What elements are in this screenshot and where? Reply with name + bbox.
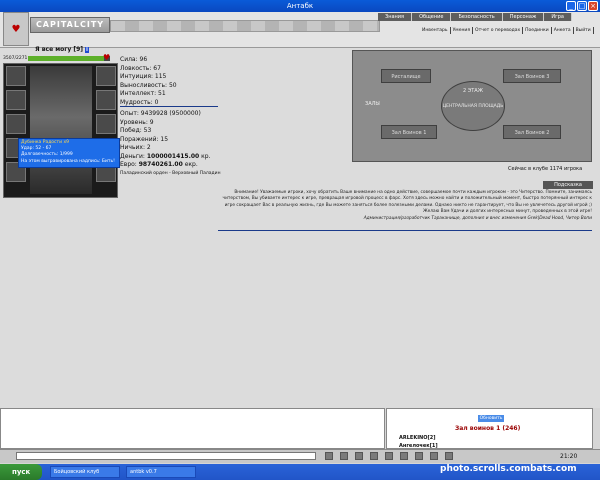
map-halls-label: ЗАЛЫ — [365, 101, 380, 107]
watermark: photo.scrolls.combats.com — [440, 464, 577, 474]
filter-icon[interactable] — [355, 452, 363, 460]
notice-divider — [218, 230, 592, 231]
submenu-skills[interactable]: Умения — [451, 27, 474, 34]
header-strip — [110, 20, 380, 32]
room-player[interactable]: ARLEKINO[2] — [399, 435, 436, 441]
stats-block: Сила: 96 Ловкость: 67 Интуиция: 115 Выно… — [120, 56, 177, 107]
club-map: Ристалище Зал Воинов 3 2 ЭТАЖ ЦЕНТРАЛЬНА… — [352, 50, 592, 162]
item-tooltip: Дубинка Радости х9 Удар: 52 - 67 Долгове… — [18, 138, 120, 168]
close-button[interactable]: × — [588, 1, 598, 11]
stat-level: Уровень: 9 — [120, 118, 154, 126]
submenu-transfers[interactable]: Отчет о переводах — [473, 27, 524, 34]
info-badge-icon[interactable]: i — [85, 47, 89, 53]
map-room-2[interactable]: Зал Воинов 2 — [503, 125, 561, 139]
taskbar-item[interactable]: Бойцовский клуб — [50, 466, 120, 478]
stat-endurance: Выносливость: 50 — [120, 81, 177, 89]
notice-signature: Администрация/разработчик Тараканище, до… — [363, 215, 592, 221]
top-menu: Знания Общение Безопасность Персонаж Игр… — [378, 13, 572, 21]
mail-icon[interactable] — [430, 452, 438, 460]
menu-chat[interactable]: Общение — [412, 13, 452, 21]
map-center: 2 ЭТАЖ ЦЕНТРАЛЬНАЯ ПЛОЩАДЬ — [441, 81, 505, 131]
send-icon[interactable] — [325, 452, 333, 460]
stat-losses: Поражений: 15 — [120, 135, 169, 143]
room-title: Зал воинов 1 (246) — [455, 425, 521, 432]
online-count: Сейчас в клубе 1174 игрока — [508, 166, 583, 172]
character-panel — [3, 63, 118, 198]
submenu-exit[interactable]: Выйти — [574, 27, 594, 34]
slot-bracers[interactable] — [6, 90, 26, 110]
submenu-duels[interactable]: Поединки — [523, 27, 552, 34]
slot-earrings[interactable] — [96, 66, 116, 86]
minimize-button[interactable]: _ — [566, 1, 576, 11]
notice-body: Внимание! Уважаемые игроки, хочу обратит… — [222, 190, 592, 208]
slot-shield[interactable] — [96, 114, 116, 134]
notice-block: Внимание! Уважаемые игроки, хочу обратит… — [218, 190, 592, 222]
tooltip-line: На этом выгравирована надпись: Бить! — [21, 158, 115, 164]
sound-icon[interactable] — [400, 452, 408, 460]
map-room-3[interactable]: Зал Воинов 3 — [503, 69, 561, 83]
refresh-button[interactable]: Обновить — [478, 415, 504, 422]
menu-character[interactable]: Персонаж — [502, 13, 545, 21]
maximize-button[interactable]: □ — [577, 1, 587, 11]
map-room-1[interactable]: Зал Воинов 1 — [381, 125, 437, 139]
stat-agility: Ловкость: 67 — [120, 64, 161, 72]
map-floor[interactable]: 2 ЭТАЖ — [442, 88, 504, 94]
club-logo: ♥ — [3, 12, 29, 46]
notice-header: Подсказка — [543, 181, 593, 189]
money-row: Деньги: 1000001415.00 кр. — [120, 152, 211, 160]
room-panel: Обновить Зал воинов 1 (246) ARLEKINO[2] … — [386, 408, 593, 449]
stat-draws: Ничьих: 2 — [120, 144, 151, 151]
settings-icon[interactable] — [385, 452, 393, 460]
submenu-inventory[interactable]: Инвентарь — [420, 27, 451, 34]
menu-security[interactable]: Безопасность — [451, 13, 503, 21]
taskbar-item[interactable]: antbk v0.7 — [126, 466, 196, 478]
sub-menu: Инвентарь Умения Отчет о переводах Поеди… — [420, 27, 594, 34]
slot-rings[interactable] — [96, 90, 116, 110]
game-clock: 21:20 — [560, 453, 578, 460]
window-title: Антабк — [286, 2, 314, 10]
character-name[interactable]: Я все могу [9] i — [35, 46, 89, 53]
stat-strength: Сила: 96 — [120, 56, 148, 63]
menu-game[interactable]: Игра — [544, 13, 572, 21]
hp-bar — [28, 56, 110, 61]
submenu-profile[interactable]: Анкета — [552, 27, 574, 34]
map-room-arena[interactable]: Ристалище — [381, 69, 431, 83]
refresh-icon[interactable] — [415, 452, 423, 460]
euro-row: Евро: 98740261.00 екр. — [120, 161, 198, 168]
chat-input[interactable] — [16, 452, 316, 460]
char-name: Я все могу — [35, 46, 72, 53]
slot-helmet[interactable] — [6, 66, 26, 86]
exit-icon[interactable] — [445, 452, 453, 460]
logo-text: CAPITALCITY — [30, 17, 110, 33]
chat-log[interactable] — [0, 408, 385, 449]
smile-icon[interactable] — [340, 452, 348, 460]
map-center-label[interactable]: ЦЕНТРАЛЬНАЯ ПЛОЩАДЬ — [442, 104, 504, 109]
heart-icon: ♥ — [103, 53, 111, 62]
stats-divider — [120, 106, 218, 107]
experience-block: Опыт: 9439928 (9500000) Уровень: 9 Побед… — [120, 110, 221, 178]
hp-text: 3507/2271 — [3, 56, 28, 61]
stat-intellect: Интеллект: 51 — [120, 90, 166, 97]
order-text: Паладинский орден - Верховный Паладин — [120, 170, 221, 176]
window-titlebar: Антабк _ □ × — [0, 0, 600, 12]
start-button[interactable]: пуск — [0, 464, 42, 480]
stat-wins: Побед: 53 — [120, 127, 152, 134]
char-level: [9] — [73, 46, 84, 53]
stat-intuition: Интуиция: 115 — [120, 73, 167, 80]
slot-weapon[interactable] — [6, 114, 26, 134]
stat-exp: Опыт: 9439928 (9500000) — [120, 110, 201, 117]
menu-knowledge[interactable]: Знания — [378, 13, 413, 21]
clear-icon[interactable] — [370, 452, 378, 460]
character-avatar — [30, 66, 92, 194]
